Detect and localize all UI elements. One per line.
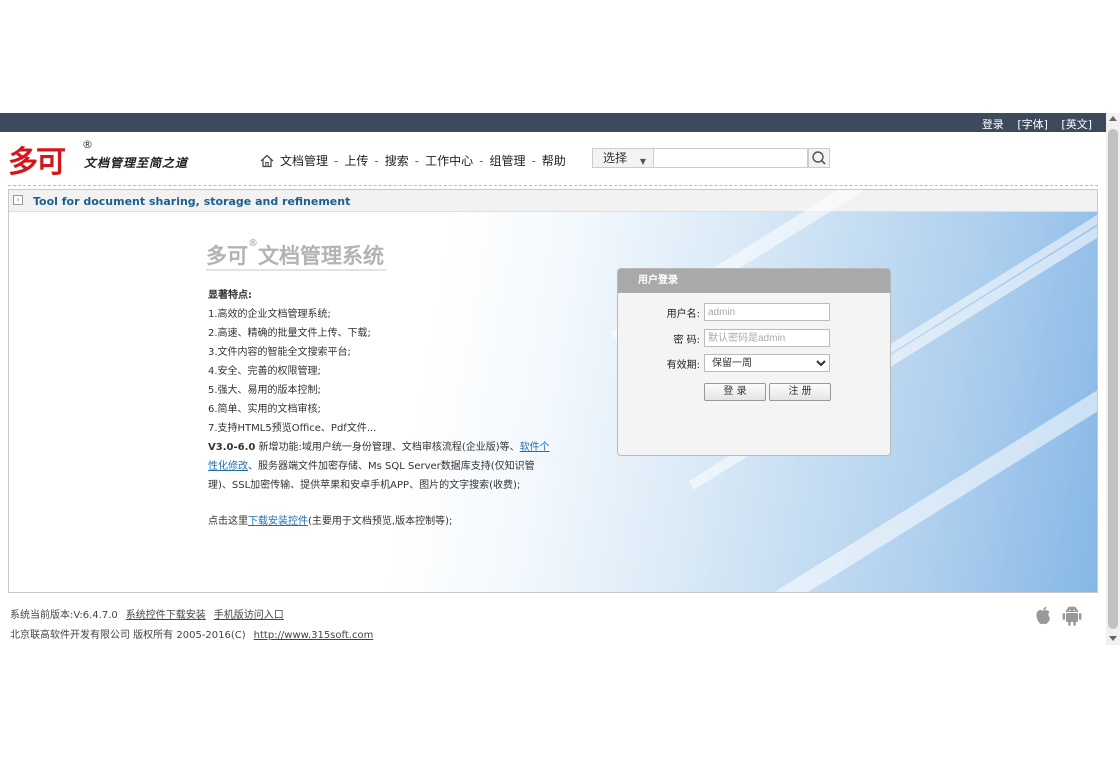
password-row: 密 码: [618,329,890,347]
title-product-name: 文档管理系统 [258,244,384,268]
validity-label: 有效期: [666,360,700,371]
login-title: 用户登录 [618,269,890,293]
download-plugin-link[interactable]: 下载安装控件 [248,516,308,527]
main-nav: 文档管理 - 上传 - 搜索 - 工作中心 - 组管理 - 帮助 [260,152,566,169]
logo: 多可 [8,145,66,180]
feature-item: 5.强大、易用的版本控制; [208,385,321,396]
footer-line-2: 北京联高软件开发有限公司 版权所有 2005-2016(C) http://www… [10,626,373,641]
features-heading: 显著特点: [208,290,252,301]
download-suffix: (主要用于文档预览,版本控制等); [308,516,453,527]
nav-item-search[interactable]: 搜索 [385,154,409,168]
apple-icon[interactable] [1033,605,1053,627]
nav-item-help[interactable]: 帮助 [542,154,566,168]
validity-row: 有效期: 保留一周 [618,354,890,372]
username-row: 用户名: [618,303,890,321]
nav-separator: - [531,154,536,168]
search-input[interactable] [654,148,808,168]
title-underline [206,269,386,271]
site-url-link[interactable]: http://www.315soft.com [254,630,374,641]
title-brand: 多可 [206,244,248,268]
header: 多可 ® 文档管理至简之道 文档管理 - 上传 - 搜索 - 工作中心 - 组管理 - 帮助 选择 … [0,132,1106,186]
version-info: 系统当前版本:V:6.4.7.0 [10,610,118,621]
download-hint: 点击这里下载安装控件(主要用于文档预览,版本控制等); [208,512,452,527]
nav-separator: - [374,154,379,168]
download-prefix: 点击这里 [208,516,248,527]
home-icon[interactable] [260,154,274,168]
main-panel: › Tool for document sharing, storage and… [8,189,1098,593]
scroll-up-arrow-icon[interactable] [1109,116,1117,121]
product-title: 多可®文档管理系统 [206,238,384,270]
expand-icon[interactable]: › [13,195,23,205]
nav-item-docs[interactable]: 文档管理 [280,154,328,168]
version-text-more: 、服务器端文件加密存储、Ms SQL Server数据库支持(仅知识管理)、SS… [208,461,535,491]
background-streak [858,190,1097,371]
version-label: V3.0-6.0 [208,442,256,453]
password-input[interactable] [704,329,830,347]
top-bar: 登录 [字体] [英文] [0,113,1106,132]
mobile-entry-link[interactable]: 手机版访问入口 [214,610,284,621]
nav-item-upload[interactable]: 上传 [344,154,368,168]
logo-slogan: 文档管理至简之道 [84,156,189,170]
username-label: 用户名: [666,309,700,320]
feature-item: 7.支持HTML5预览Office、Pdf文件... [208,423,377,434]
plugin-download-link[interactable]: 系统控件下载安装 [126,610,206,621]
top-links: 登录 [字体] [英文] [972,116,1092,132]
username-input[interactable] [704,303,830,321]
login-box: 用户登录 用户名: 密 码: 有效期: 保留一周 登 录 注 册 [617,268,891,456]
nav-separator: - [414,154,420,168]
copyright-text: 北京联高软件开发有限公司 版权所有 2005-2016(C) [10,630,246,641]
vertical-scrollbar[interactable] [1106,113,1120,645]
nav-separator: - [334,154,339,168]
android-icon[interactable] [1060,603,1084,627]
register-button[interactable]: 注 册 [769,383,831,401]
footer-line-1: 系统当前版本:V:6.4.7.0 系统控件下载安装 手机版访问入口 [10,606,284,621]
version-text: 新增功能:域用户统一身份管理、文档审核流程(企业版)等、 [255,442,520,453]
font-link[interactable]: [字体] [1017,118,1048,131]
feature-item: 2.高速、精确的批量文件上传、下载; [208,328,371,339]
nav-item-workcenter[interactable]: 工作中心 [425,154,473,168]
feature-item: 4.安全、完善的权限管理; [208,366,321,377]
login-button[interactable]: 登 录 [704,383,766,401]
version-notes: V3.0-6.0 新增功能:域用户统一身份管理、文档审核流程(企业版)等、软件个… [208,438,558,495]
logo-registered-mark: ® [82,138,93,151]
footer: 系统当前版本:V:6.4.7.0 系统控件下载安装 手机版访问入口 北京联高软件开发… [8,601,1098,641]
feature-item: 3.文件内容的智能全文搜索平台; [208,347,351,358]
search-type-label: 选择 [603,151,628,165]
features-list: 显著特点: 1.高效的企业文档管理系统; 2.高速、精确的批量文件上传、下载; … [208,286,558,495]
info-strip: › Tool for document sharing, storage and… [9,190,1097,212]
feature-item: 1.高效的企业文档管理系统; [208,309,331,320]
validity-select[interactable]: 保留一周 [704,354,830,372]
nav-item-groups[interactable]: 组管理 [489,154,525,168]
feature-item: 6.简单、实用的文档审核; [208,404,321,415]
browser-viewport: 登录 [字体] [英文] 多可 ® 文档管理至简之道 文档管理 - 上传 - 搜索 - 工作… [0,113,1120,645]
scroll-down-arrow-icon[interactable] [1109,636,1117,641]
search-type-select[interactable]: 选择 ▼ [592,148,654,168]
search-button[interactable] [808,148,830,168]
caret-down-icon: ▼ [639,157,646,166]
app-icons [1033,603,1084,630]
title-registered-mark: ® [248,238,258,249]
search-icon [812,151,826,165]
hero-area: 多可®文档管理系统 显著特点: 1.高效的企业文档管理系统; 2.高速、精确的批… [9,190,1097,592]
strip-tagline: Tool for document sharing, storage and r… [33,195,351,208]
top-login-link[interactable]: 登录 [982,118,1004,131]
nav-separator: - [479,154,484,168]
header-divider [8,185,1098,186]
english-link[interactable]: [英文] [1061,118,1092,131]
scroll-thumb[interactable] [1108,129,1118,629]
password-label: 密 码: [673,335,700,346]
